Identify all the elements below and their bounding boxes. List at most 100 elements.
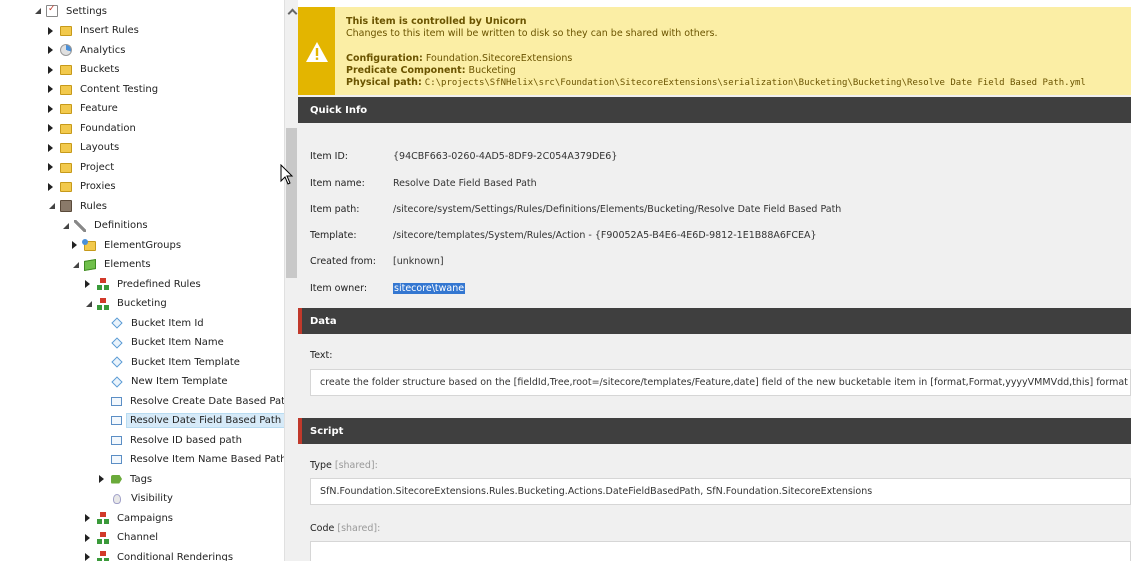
section-script[interactable]: Script: [298, 418, 1131, 444]
tree-item-label[interactable]: Tags: [127, 473, 155, 486]
expand-arrow-icon[interactable]: [83, 514, 92, 523]
tree-item-new-item-template[interactable]: New Item Template: [97, 373, 231, 391]
expand-arrow-icon[interactable]: [46, 163, 55, 172]
tree-item-tags[interactable]: Tags: [97, 470, 155, 488]
tree-item-foundation[interactable]: Foundation: [46, 119, 139, 137]
tree-item-definitions[interactable]: Definitions: [60, 217, 151, 235]
tree-item-label[interactable]: Project: [77, 161, 117, 174]
tree-item-resolve-date-field-based-path[interactable]: Resolve Date Field Based Path: [97, 412, 284, 430]
diamond-icon: [111, 375, 123, 388]
expand-arrow-icon[interactable]: [46, 65, 55, 74]
collapse-arrow-icon[interactable]: [60, 221, 69, 230]
expand-arrow-icon[interactable]: [46, 85, 55, 94]
expand-arrow-icon[interactable]: [46, 143, 55, 152]
config-label: Configuration:: [346, 53, 423, 64]
tree-item-label[interactable]: Elements: [101, 258, 154, 271]
tree-item-resolve-item-name-based-path[interactable]: Resolve Item Name Based Path: [97, 451, 284, 469]
tree-item-label[interactable]: Definitions: [91, 219, 151, 232]
tree-item-layouts[interactable]: Layouts: [46, 139, 122, 157]
tree-item-bucket-item-name[interactable]: Bucket Item Name: [97, 334, 227, 352]
text-field[interactable]: create the folder structure based on the…: [310, 369, 1131, 396]
expand-arrow-icon[interactable]: [83, 553, 92, 561]
tree-item-conditional-renderings[interactable]: Conditional Renderings: [83, 548, 236, 561]
tree-item-label[interactable]: Layouts: [77, 141, 122, 154]
expand-arrow-icon[interactable]: [46, 46, 55, 55]
tree-item-resolve-id-based-path[interactable]: Resolve ID based path: [97, 431, 245, 449]
tree-item-proxies[interactable]: Proxies: [46, 178, 119, 196]
quick-info-value: Resolve Date Field Based Path: [393, 177, 537, 189]
scrollbar-thumb[interactable]: [286, 128, 297, 278]
expand-arrow-icon[interactable]: [46, 26, 55, 35]
tree-item-buckets[interactable]: Buckets: [46, 61, 122, 79]
expand-arrow-icon[interactable]: [46, 182, 55, 191]
tree-item-label[interactable]: Resolve Item Name Based Path: [127, 453, 284, 466]
elements-icon: [84, 258, 96, 271]
expand-arrow-icon[interactable]: [46, 104, 55, 113]
tree-item-campaigns[interactable]: Campaigns: [83, 509, 176, 527]
quick-info-value[interactable]: sitecore\twane: [393, 282, 466, 294]
tree-item-label[interactable]: Foundation: [77, 122, 139, 135]
tree-item-bucketing[interactable]: Bucketing: [83, 295, 170, 313]
tree-item-label[interactable]: Buckets: [77, 63, 122, 76]
tree-item-label[interactable]: Resolve Date Field Based Path: [125, 413, 284, 428]
code-field[interactable]: [310, 541, 1131, 561]
tree-item-label[interactable]: Resolve Create Date Based Path: [127, 395, 284, 408]
tree-item-channel[interactable]: Channel: [83, 529, 161, 547]
folder-icon: [60, 84, 72, 95]
tree-item-elementgroups[interactable]: ElementGroups: [70, 236, 184, 254]
expand-arrow-icon[interactable]: [46, 124, 55, 133]
tree-item-label[interactable]: New Item Template: [128, 375, 231, 388]
tree-item-label[interactable]: Campaigns: [114, 512, 176, 525]
tree-item-label[interactable]: Resolve ID based path: [127, 434, 245, 447]
collapse-arrow-icon[interactable]: [83, 299, 92, 308]
tree-item-content-testing[interactable]: Content Testing: [46, 80, 161, 98]
folder-icon: [60, 123, 72, 134]
expand-arrow-icon[interactable]: [70, 241, 79, 250]
tree-item-label[interactable]: Conditional Renderings: [114, 551, 236, 561]
tree-item-label[interactable]: Proxies: [77, 180, 119, 193]
expand-arrow-icon[interactable]: [83, 280, 92, 289]
tree-item-label[interactable]: Bucket Item Template: [128, 356, 243, 369]
tree-item-insert-rules[interactable]: Insert Rules: [46, 22, 142, 40]
tree-item-bucket-item-id[interactable]: Bucket Item Id: [97, 314, 207, 332]
content-tree: Settings Insert Rules Analytics Buckets Cont…: [0, 0, 284, 561]
tree-item-visibility[interactable]: Visibility: [97, 490, 176, 508]
expand-arrow-icon[interactable]: [83, 533, 92, 542]
type-field[interactable]: SfN.Foundation.SitecoreExtensions.Rules.…: [310, 478, 1131, 505]
quick-info-value: /sitecore/templates/System/Rules/Action …: [393, 229, 817, 241]
tree-item-label[interactable]: Bucketing: [114, 297, 170, 310]
analytics-icon: [60, 44, 72, 56]
tree-item-elements[interactable]: Elements: [70, 256, 154, 274]
tree-item-predefined-rules[interactable]: Predefined Rules: [83, 275, 204, 293]
tree-item-label[interactable]: Insert Rules: [77, 24, 142, 37]
diamond-icon: [111, 317, 123, 329]
tree-item-bucket-item-template[interactable]: Bucket Item Template: [97, 353, 243, 371]
tree-item-feature[interactable]: Feature: [46, 100, 121, 118]
collapse-arrow-icon[interactable]: [46, 202, 55, 211]
tree-item-rules[interactable]: Rules: [46, 197, 110, 215]
tree-item-label[interactable]: Visibility: [128, 492, 176, 505]
tree-item-resolve-create-date-based-path[interactable]: Resolve Create Date Based Path: [97, 392, 284, 410]
tree-item-settings[interactable]: Settings: [32, 2, 110, 20]
tree-item-label[interactable]: Bucket Item Name: [128, 336, 227, 349]
tree-scrollbar[interactable]: [284, 0, 298, 561]
tree-item-label[interactable]: Settings: [63, 5, 110, 18]
tree-item-label[interactable]: ElementGroups: [101, 239, 184, 252]
scroll-up-icon[interactable]: [287, 8, 297, 18]
tree-item-label[interactable]: Channel: [114, 531, 161, 544]
section-quick-info[interactable]: Quick Info: [298, 97, 1131, 123]
tree-item-label[interactable]: Predefined Rules: [114, 278, 204, 291]
folder-icon: [60, 26, 72, 36]
tree-item-label[interactable]: Analytics: [77, 44, 128, 57]
tree-item-label[interactable]: Feature: [77, 102, 121, 115]
tree-item-label[interactable]: Bucket Item Id: [128, 317, 207, 330]
expand-arrow-icon[interactable]: [97, 475, 106, 484]
wrench-icon: [74, 219, 86, 232]
collapse-arrow-icon[interactable]: [32, 7, 41, 16]
collapse-arrow-icon[interactable]: [70, 260, 79, 269]
tree-item-label[interactable]: Rules: [77, 200, 110, 213]
tree-item-project[interactable]: Project: [46, 158, 117, 176]
section-data[interactable]: Data: [298, 308, 1131, 334]
tree-item-analytics[interactable]: Analytics: [46, 41, 128, 59]
tree-item-label[interactable]: Content Testing: [77, 83, 161, 96]
